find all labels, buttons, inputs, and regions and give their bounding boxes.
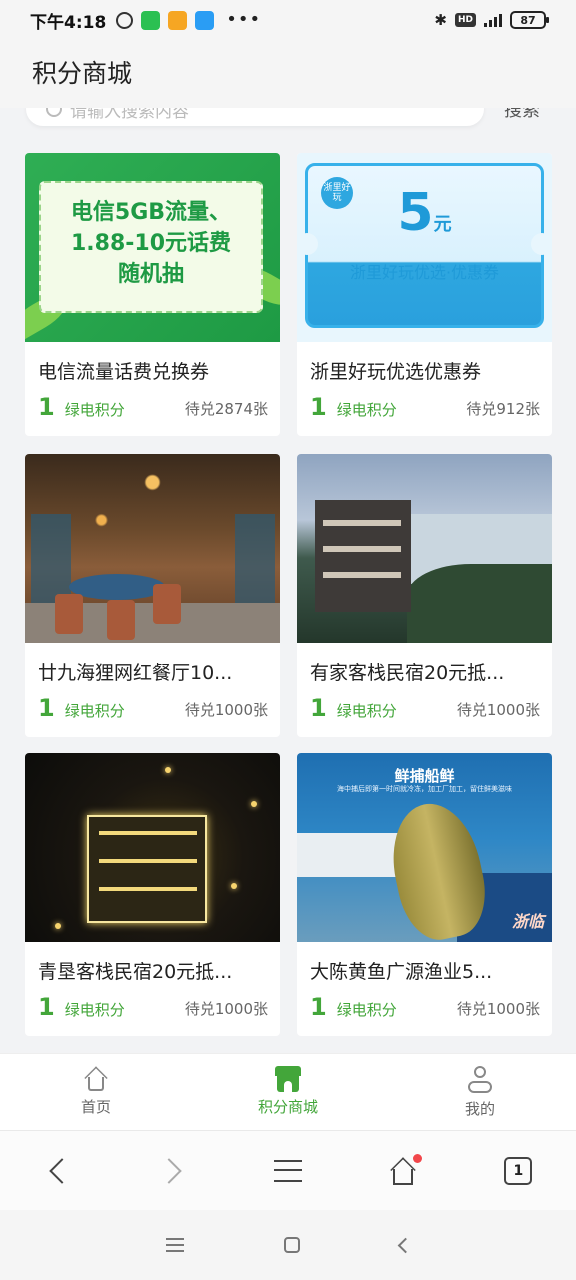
forward-button[interactable] — [115, 1131, 230, 1211]
hd-badge: HD — [454, 13, 476, 27]
stock-remaining: 待兑1000张 — [184, 1000, 268, 1018]
system-status: ✱ HD 87 — [434, 11, 549, 29]
product-image-inn — [297, 454, 552, 643]
tabs-button[interactable]: 1 — [461, 1131, 576, 1211]
notification-dot — [413, 1153, 423, 1163]
price-unit: 绿电积分 — [336, 1001, 397, 1019]
bottom-tabbar: 首页 积分商城 我的 — [0, 1053, 576, 1130]
product-price: 1 绿电积分 — [310, 694, 397, 722]
browser-toolbar: 1 — [0, 1130, 576, 1210]
product-card[interactable]: 廿九海狸网红餐厅10... 1 绿电积分 待兑1000张 — [25, 454, 280, 737]
product-title: 青垦客栈民宿20元抵... — [38, 961, 233, 983]
system-home-icon[interactable] — [283, 1237, 300, 1253]
status-bar: 下午4:18 ••• ✱ HD 87 — [0, 0, 576, 40]
home-icon — [83, 1066, 109, 1092]
price-unit: 绿电积分 — [336, 401, 397, 419]
product-price: 1 绿电积分 — [310, 993, 397, 1021]
product-card[interactable]: 青垦客栈民宿20元抵... 1 绿电积分 待兑1000张 — [25, 753, 280, 1036]
image-headline: 鲜捕船鲜 — [394, 767, 455, 785]
status-time: 下午4:18 — [30, 12, 107, 33]
system-navigation — [0, 1210, 576, 1280]
voucher-currency: 元 — [433, 214, 452, 235]
price-value: 1 — [310, 393, 327, 421]
product-image-telecom-coupon: 电信5GB流量、 1.88-10元话费 随机抽 — [25, 153, 280, 342]
stock-remaining: 待兑1000张 — [456, 1000, 540, 1018]
tab-points-mall[interactable]: 积分商城 — [192, 1054, 384, 1130]
stock-remaining: 待兑1000张 — [456, 701, 540, 719]
voucher-amount: 5 — [397, 183, 434, 243]
price-value: 1 — [38, 694, 55, 722]
menu-icon — [274, 1159, 302, 1182]
product-title: 电信流量话费兑换券 — [38, 361, 210, 383]
product-price: 1 绿电积分 — [38, 993, 125, 1021]
tab-count: 1 — [504, 1156, 533, 1185]
shop-icon — [275, 1066, 301, 1092]
battery-icon: 87 — [510, 11, 549, 29]
boat-name: 浙临 — [511, 912, 544, 931]
tab-label: 首页 — [80, 1098, 111, 1116]
stock-remaining: 待兑1000张 — [184, 701, 268, 719]
stock-remaining: 待兑912张 — [466, 400, 540, 418]
product-card[interactable]: 电信5GB流量、 1.88-10元话费 随机抽 电信流量话费兑换券 1 绿电积分… — [25, 153, 280, 436]
tab-home[interactable]: 首页 — [0, 1054, 192, 1130]
product-image-fish: 鲜捕船鲜 海中捕后即第一时间就冷冻，加工厂加工，留住鲜美滋味 浙临 — [297, 753, 552, 942]
recent-apps-icon[interactable] — [165, 1238, 184, 1252]
price-unit: 绿电积分 — [64, 1001, 125, 1019]
product-price: 1 绿电积分 — [38, 393, 125, 421]
product-title: 有家客栈民宿20元抵... — [310, 662, 505, 684]
reader-app-icon — [168, 10, 188, 30]
product-price: 1 绿电积分 — [310, 393, 397, 421]
product-card[interactable]: 鲜捕船鲜 海中捕后即第一时间就冷冻，加工厂加工，留住鲜美滋味 浙临 大陈黄鱼广源… — [297, 753, 552, 1036]
product-title: 廿九海狸网红餐厅10... — [38, 662, 233, 684]
wechat-icon — [141, 10, 161, 30]
page-header: 积分商城 — [0, 40, 576, 102]
image-text: 1.88-10元话费 — [70, 231, 232, 256]
product-image-night-inn — [25, 753, 280, 942]
signal-icon — [484, 13, 502, 27]
tab-label: 我的 — [464, 1100, 495, 1118]
chevron-left-icon — [48, 1157, 75, 1184]
system-back-icon[interactable] — [397, 1237, 413, 1253]
price-value: 1 — [38, 393, 55, 421]
product-title: 大陈黄鱼广源渔业5... — [310, 961, 493, 983]
back-button[interactable] — [0, 1131, 115, 1211]
menu-button[interactable] — [230, 1131, 345, 1211]
price-value: 1 — [310, 993, 327, 1021]
image-text: 随机抽 — [117, 262, 184, 287]
image-text: 电信5GB流量、 — [70, 200, 232, 225]
product-card[interactable]: 浙里好玩 5元 浙里好玩优选·优惠券 浙里好玩优选优惠券 1 绿电积分 待兑91… — [297, 153, 552, 436]
tab-mine[interactable]: 我的 — [384, 1054, 576, 1130]
price-unit: 绿电积分 — [64, 401, 125, 419]
voucher-subtitle: 浙里好玩优选·优惠券 — [349, 263, 500, 282]
chevron-right-icon — [156, 1157, 182, 1184]
product-image-restaurant — [25, 454, 280, 643]
bluetooth-icon: ✱ — [434, 11, 447, 29]
alarm-icon — [116, 11, 134, 29]
price-unit: 绿电积分 — [336, 702, 397, 720]
home-icon — [388, 1153, 423, 1186]
product-title: 浙里好玩优选优惠券 — [310, 361, 482, 383]
page-title: 积分商城 — [32, 59, 133, 88]
price-value: 1 — [38, 993, 55, 1021]
product-card[interactable]: 有家客栈民宿20元抵... 1 绿电积分 待兑1000张 — [297, 454, 552, 737]
image-caption: 海中捕后即第一时间就冷冻，加工厂加工，留住鲜美滋味 — [337, 785, 512, 793]
price-unit: 绿电积分 — [64, 702, 125, 720]
more-notifications-icon: ••• — [226, 9, 262, 30]
notification-icons: ••• — [116, 9, 262, 30]
user-icon — [467, 1066, 493, 1094]
product-image-voucher: 浙里好玩 5元 浙里好玩优选·优惠券 — [297, 153, 552, 342]
upload-icon — [195, 10, 215, 30]
stock-remaining: 待兑2874张 — [184, 400, 268, 418]
tab-label: 积分商城 — [257, 1098, 318, 1116]
price-value: 1 — [310, 694, 327, 722]
browser-home-button[interactable] — [346, 1131, 461, 1211]
product-price: 1 绿电积分 — [38, 694, 125, 722]
